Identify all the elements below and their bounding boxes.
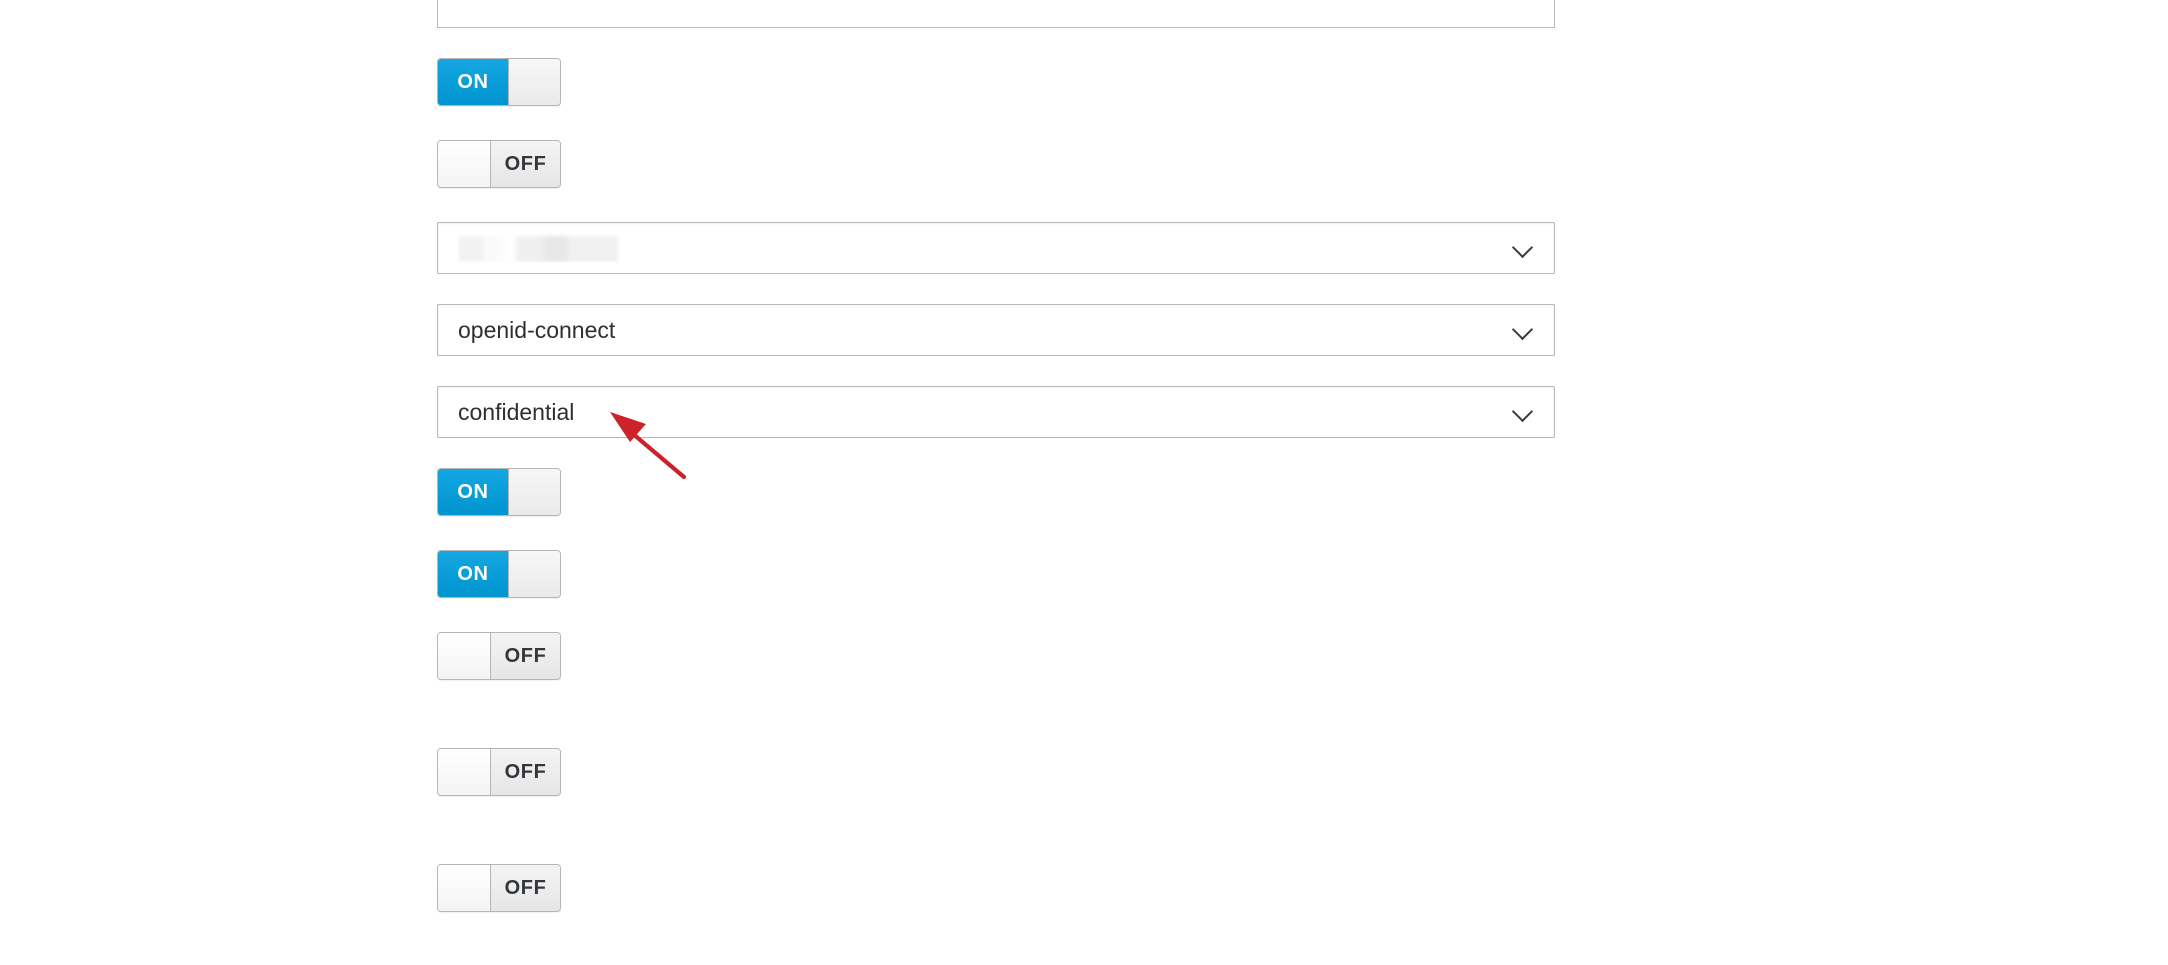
toggle-direct-access-grants-enabled-knob [438, 633, 491, 679]
client-settings-form: Description Enabled ON Consent Required … [0, 0, 2168, 956]
access-type-control: confidential [437, 386, 1555, 438]
toggle-oauth-device-authorization-grant-enabled-knob [438, 865, 491, 911]
service-accounts-enabled-control: OFF [437, 748, 561, 796]
toggle-implicit-flow-enabled-label: ON [438, 551, 508, 597]
toggle-direct-access-grants-enabled[interactable]: OFF [437, 632, 561, 680]
select-access-type-value: confidential [458, 398, 575, 425]
toggle-enabled-label: ON [438, 59, 508, 105]
standard-flow-enabled-control: ON [437, 468, 561, 516]
chevron-down-icon [1512, 236, 1536, 260]
toggle-standard-flow-enabled-label: ON [438, 469, 508, 515]
toggle-enabled-knob [508, 59, 560, 105]
annotation-arrow-icon [610, 412, 687, 480]
select-access-type[interactable]: confidential [437, 386, 1555, 438]
toggle-service-accounts-enabled[interactable]: OFF [437, 748, 561, 796]
toggle-direct-access-grants-enabled-label: OFF [491, 633, 560, 679]
toggle-consent-required-knob [438, 141, 491, 187]
client-protocol-control: openid-connect [437, 304, 1555, 356]
toggle-implicit-flow-enabled-knob [508, 551, 560, 597]
toggle-consent-required[interactable]: OFF [437, 140, 561, 188]
description-control [437, 0, 1555, 28]
toggle-service-accounts-enabled-knob [438, 749, 491, 795]
select-login-theme[interactable] [437, 222, 1555, 274]
toggle-implicit-flow-enabled[interactable]: ON [437, 550, 561, 598]
toggle-oauth-device-authorization-grant-enabled-label: OFF [491, 865, 560, 911]
oauth-device-authorization-grant-enabled-control: OFF [437, 864, 561, 912]
chevron-down-icon [1512, 318, 1536, 342]
select-client-protocol-value: openid-connect [458, 316, 616, 343]
consent-required-control: OFF [437, 140, 561, 188]
implicit-flow-enabled-control: ON [437, 550, 561, 598]
chevron-down-icon [1512, 400, 1536, 424]
toggle-consent-required-label: OFF [491, 141, 560, 187]
description-textarea[interactable] [437, 0, 1555, 28]
toggle-enabled[interactable]: ON [437, 58, 561, 106]
select-login-theme-value [458, 234, 1512, 262]
toggle-standard-flow-enabled[interactable]: ON [437, 468, 561, 516]
toggle-standard-flow-enabled-knob [508, 469, 560, 515]
toggle-service-accounts-enabled-label: OFF [491, 749, 560, 795]
toggle-oauth-device-authorization-grant-enabled[interactable]: OFF [437, 864, 561, 912]
direct-access-grants-enabled-control: OFF [437, 632, 561, 680]
select-client-protocol[interactable]: openid-connect [437, 304, 1555, 356]
enabled-control: ON [437, 58, 561, 106]
redacted-value-block [458, 235, 618, 262]
login-theme-control [437, 222, 1555, 274]
